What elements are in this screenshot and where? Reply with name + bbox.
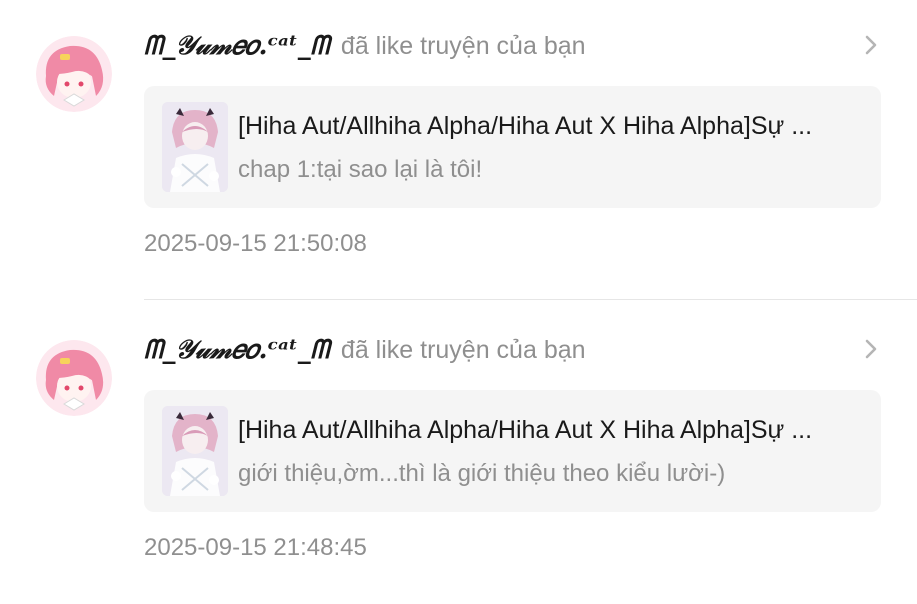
story-title: [Hiha Aut/Allhiha Alpha/Hiha Aut X Hiha … (238, 416, 813, 444)
user-avatar[interactable] (36, 36, 112, 112)
action-text: đã like truyện của bạn (340, 335, 586, 364)
story-cover-image (162, 406, 228, 496)
story-cover-image (162, 102, 228, 192)
chevron-right-icon[interactable] (860, 336, 882, 362)
notification-header: ᗰ_𝒴𝓊𝓂𝑒𝑜.ᶜᵃᵗ_ᗰ đã like truyện của bạn (144, 332, 586, 368)
timestamp: 2025-09-15 21:48:45 (144, 534, 367, 561)
chapter-title: chap 1:tại sao lại là tôi! (238, 156, 483, 183)
user-avatar[interactable] (36, 340, 112, 416)
story-card[interactable]: [Hiha Aut/Allhiha Alpha/Hiha Aut X Hiha … (144, 86, 881, 208)
username[interactable]: ᗰ_𝒴𝓊𝓂𝑒𝑜.ᶜᵃᵗ_ᗰ (144, 31, 329, 62)
story-card[interactable]: [Hiha Aut/Allhiha Alpha/Hiha Aut X Hiha … (144, 390, 881, 512)
story-title: [Hiha Aut/Allhiha Alpha/Hiha Aut X Hiha … (238, 112, 813, 140)
action-text: đã like truyện của bạn (340, 31, 586, 60)
username[interactable]: ᗰ_𝒴𝓊𝓂𝑒𝑜.ᶜᵃᵗ_ᗰ (144, 335, 329, 366)
divider (144, 299, 917, 300)
notification-item[interactable]: ᗰ_𝒴𝓊𝓂𝑒𝑜.ᶜᵃᵗ_ᗰ đã like truyện của bạn [Hi… (0, 0, 917, 300)
notification-header: ᗰ_𝒴𝓊𝓂𝑒𝑜.ᶜᵃᵗ_ᗰ đã like truyện của bạn (144, 28, 586, 64)
chapter-title: giới thiệu,ờm...thì là giới thiệu theo k… (238, 460, 726, 487)
notification-item[interactable]: ᗰ_𝒴𝓊𝓂𝑒𝑜.ᶜᵃᵗ_ᗰ đã like truyện của bạn [Hi… (0, 304, 917, 604)
timestamp: 2025-09-15 21:50:08 (144, 230, 367, 257)
chevron-right-icon[interactable] (860, 32, 882, 58)
